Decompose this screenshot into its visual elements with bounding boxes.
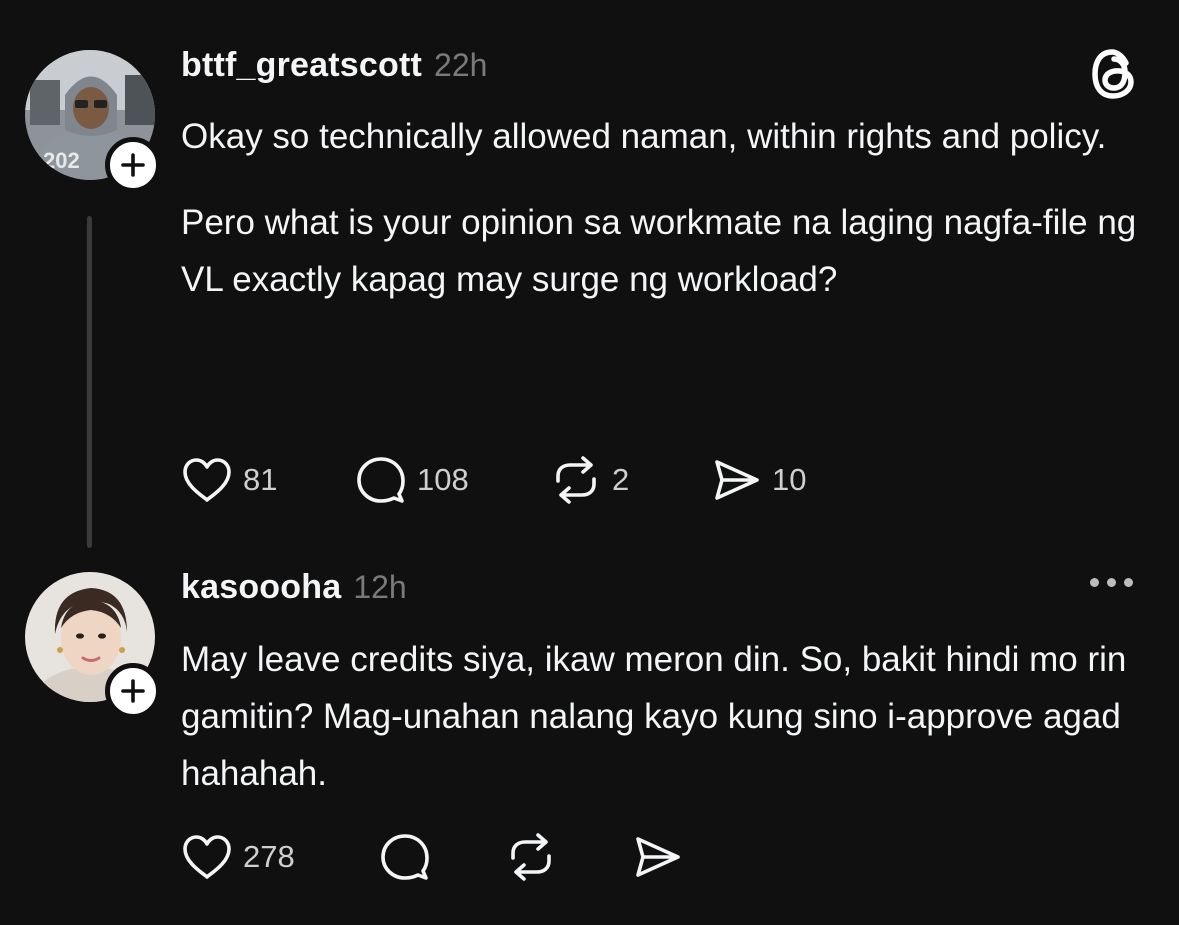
plus-icon — [121, 679, 145, 703]
post-header: bttf_greatscott 22h — [181, 46, 487, 85]
send-icon — [636, 837, 680, 877]
more-dots-icon — [1124, 578, 1133, 587]
post-header: kasoooha 12h — [181, 568, 407, 607]
like-button[interactable]: 81 — [181, 456, 355, 504]
heart-icon — [183, 458, 231, 502]
reply-button[interactable] — [379, 831, 505, 883]
thread-post: 202 bttf_greatscott 22h Okay so technica… — [0, 0, 1179, 560]
share-button[interactable] — [631, 833, 683, 881]
send-icon — [715, 460, 759, 500]
svg-text:202: 202 — [43, 148, 80, 173]
post-actions: 81 108 2 10 — [181, 454, 806, 506]
like-button[interactable]: 278 — [181, 833, 379, 881]
like-count: 81 — [243, 462, 278, 497]
post-actions: 278 — [181, 831, 683, 883]
follow-button[interactable] — [105, 663, 161, 719]
repost-button[interactable] — [505, 831, 631, 883]
post-paragraph: May leave credits siya, ikaw meron din. … — [181, 640, 1127, 793]
post-paragraph: Pero what is your opinion sa workmate na… — [181, 203, 1137, 299]
repost-button[interactable]: 2 — [550, 454, 710, 506]
more-dots-icon — [1107, 578, 1116, 587]
reply-button[interactable]: 108 — [355, 454, 550, 506]
reply-count: 108 — [417, 462, 469, 497]
username[interactable]: bttf_greatscott — [181, 46, 422, 85]
timestamp: 12h — [353, 569, 407, 605]
comment-icon — [357, 457, 405, 503]
repost-icon — [556, 456, 596, 504]
share-button[interactable]: 10 — [710, 456, 806, 504]
repost-count: 2 — [612, 462, 630, 497]
follow-button[interactable] — [105, 137, 161, 193]
plus-icon — [121, 153, 145, 177]
reply-post: kasoooha 12h May leave credits siya, ika… — [0, 560, 1179, 925]
post-body: May leave credits siya, ikaw meron din. … — [181, 631, 1151, 802]
post-paragraph: Okay so technically allowed naman, withi… — [181, 117, 1107, 156]
timestamp: 22h — [434, 47, 488, 83]
more-options-button[interactable] — [1090, 578, 1133, 587]
thread-line — [87, 216, 92, 548]
username[interactable]: kasoooha — [181, 568, 341, 607]
repost-icon — [511, 833, 551, 881]
share-count: 10 — [772, 462, 807, 497]
more-dots-icon — [1090, 578, 1099, 587]
heart-icon — [183, 835, 231, 879]
comment-icon — [381, 834, 429, 880]
threads-logo-icon[interactable] — [1090, 48, 1138, 105]
post-body: Okay so technically allowed naman, withi… — [181, 108, 1151, 308]
like-count: 278 — [243, 839, 295, 874]
